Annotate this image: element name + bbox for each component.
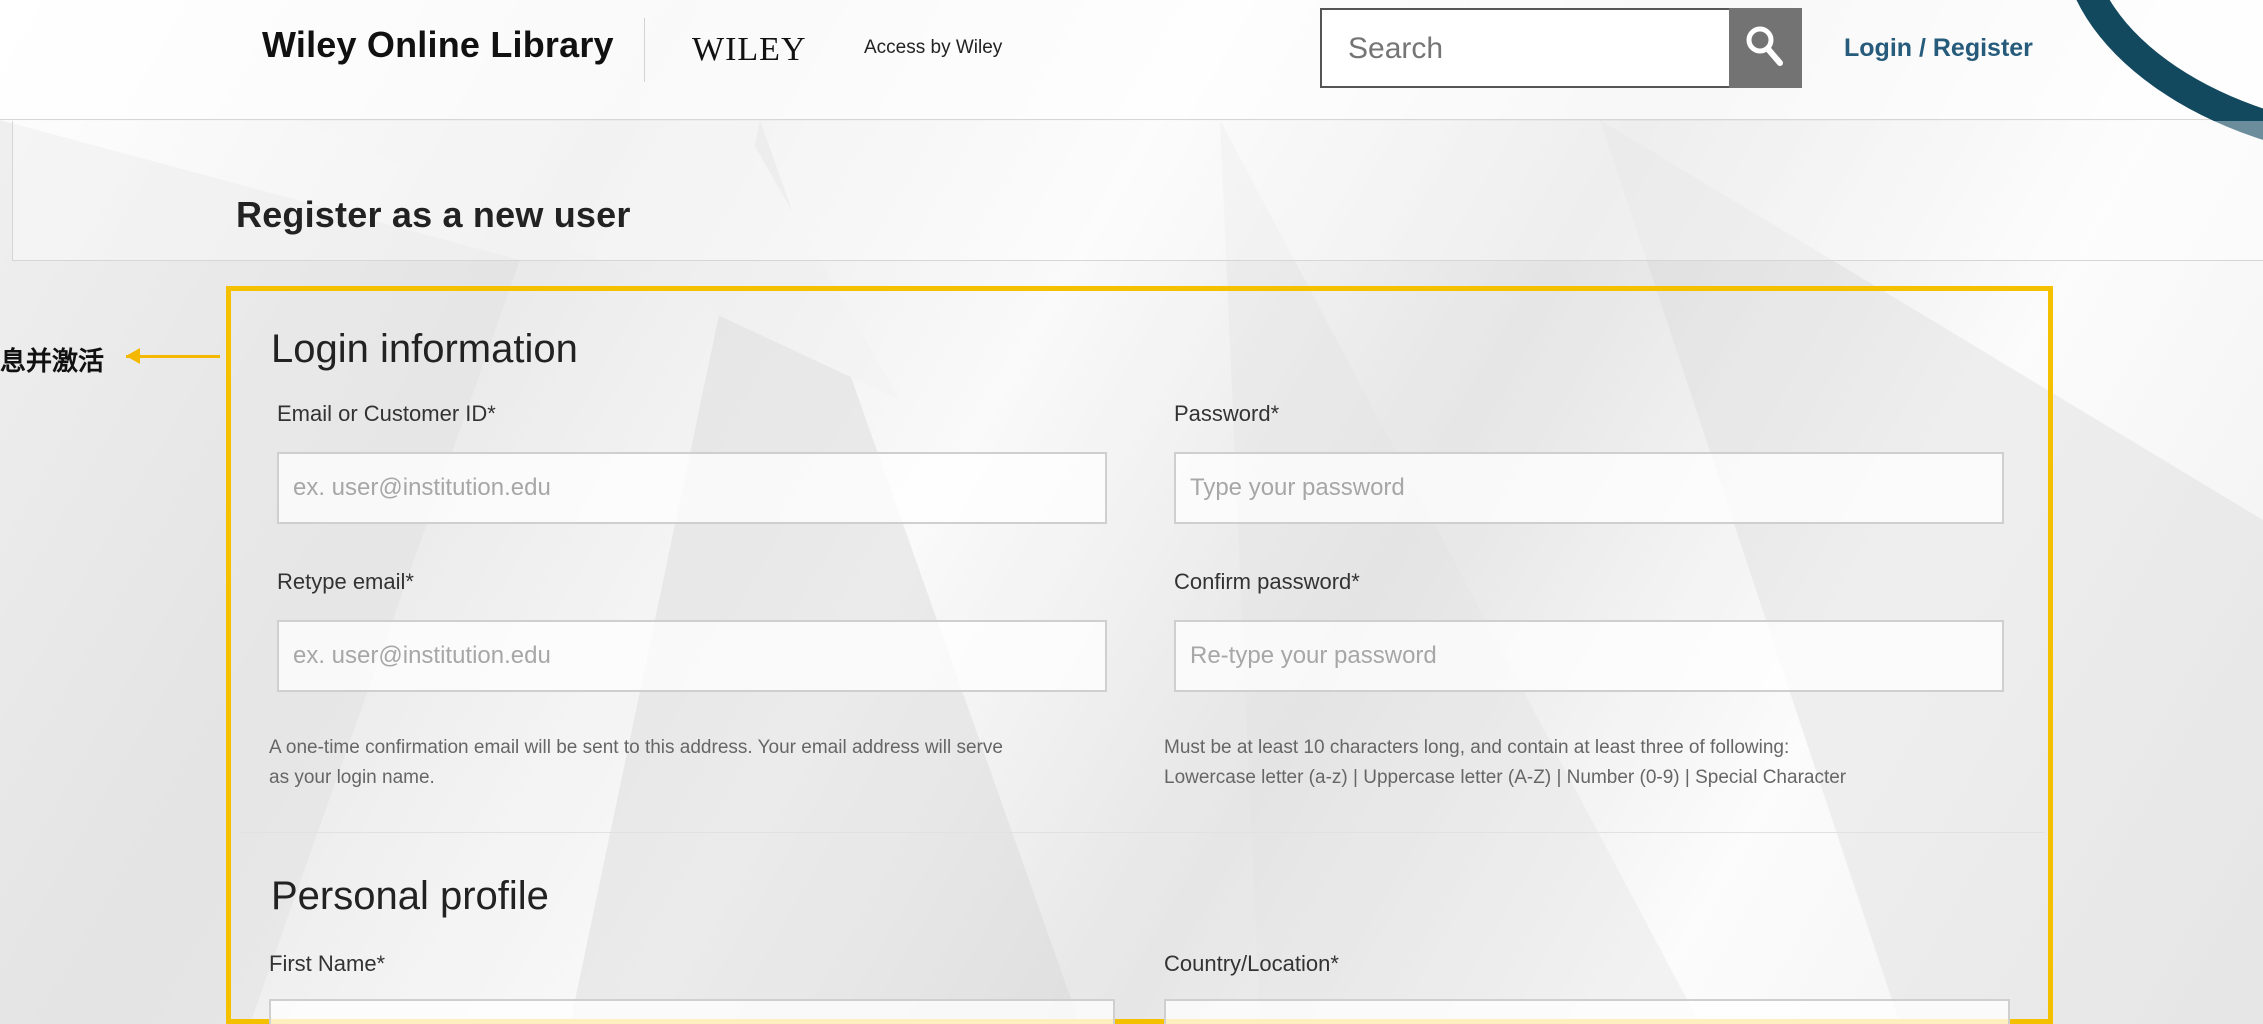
password-help-text: Must be at least 10 characters long, and… xyxy=(1164,733,1994,793)
password-field[interactable] xyxy=(1174,452,2004,524)
site-name[interactable]: Wiley Online Library xyxy=(262,24,614,66)
search-input[interactable] xyxy=(1346,28,1730,70)
first-name-field[interactable] xyxy=(269,999,1115,1024)
registration-form-highlight: Login information Email or Customer ID* … xyxy=(226,286,2053,1024)
search-icon xyxy=(1746,26,1783,66)
email-label: Email or Customer ID* xyxy=(277,401,496,426)
email-field[interactable] xyxy=(277,452,1107,524)
password-label: Password* xyxy=(1174,401,1280,426)
confirm-password-field[interactable] xyxy=(1174,620,2004,692)
annotation-arrow xyxy=(126,355,220,358)
first-name-label: First Name* xyxy=(269,951,386,976)
search-button[interactable] xyxy=(1729,8,1802,88)
header-divider xyxy=(644,18,645,82)
personal-profile-heading: Personal profile xyxy=(271,874,549,918)
email-help-text: A one-time confirmation email will be se… xyxy=(269,733,1099,793)
password-help-line-1: Must be at least 10 characters long, and… xyxy=(1164,737,1790,758)
login-register-link[interactable]: Login / Register xyxy=(1844,34,2033,63)
email-help-line-2: as your login name. xyxy=(269,767,435,788)
retype-email-label: Retype email* xyxy=(277,569,414,594)
page-title: Register as a new user xyxy=(236,194,631,236)
page-title-band: Register as a new user xyxy=(12,121,2263,261)
country-location-label: Country/Location* xyxy=(1164,951,1339,976)
wiley-logo[interactable]: WILEY xyxy=(692,31,807,69)
site-header: Wiley Online Library WILEY Access by Wil… xyxy=(0,0,2263,202)
section-divider xyxy=(239,832,2045,833)
login-information-heading: Login information xyxy=(271,327,578,371)
registration-page: Wiley Online Library WILEY Access by Wil… xyxy=(0,0,2263,1024)
retype-email-field[interactable] xyxy=(277,620,1107,692)
email-help-line-1: A one-time confirmation email will be se… xyxy=(269,737,1003,758)
search-box xyxy=(1320,8,1802,88)
annotation-label: 息并激活 xyxy=(0,347,105,377)
country-location-field[interactable] xyxy=(1164,999,2010,1024)
password-help-line-2: Lowercase letter (a-z) | Uppercase lette… xyxy=(1164,767,1847,788)
confirm-password-label: Confirm password* xyxy=(1174,569,1360,594)
access-by-label: Access by Wiley xyxy=(864,37,1003,58)
